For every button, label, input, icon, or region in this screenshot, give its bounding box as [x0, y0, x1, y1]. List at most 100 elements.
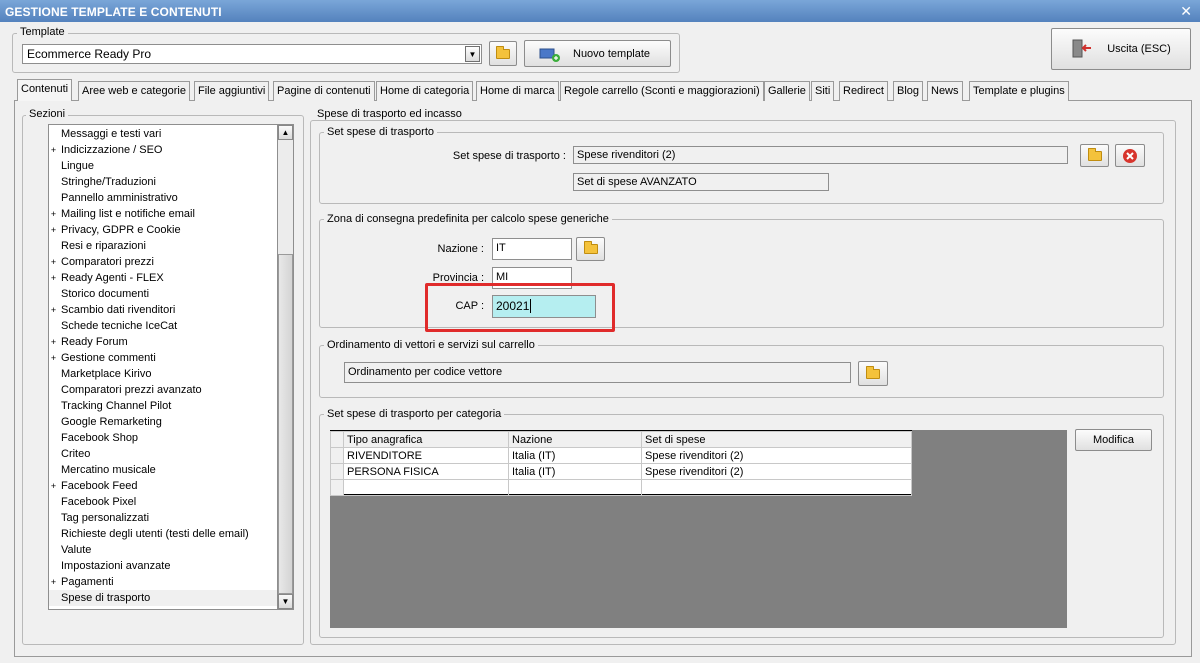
table-row[interactable]: PERSONA FISICA Italia (IT) Spese rivendi…	[330, 463, 912, 480]
per-category-table[interactable]: Tipo anagrafica Nazione Set di spese RIV…	[330, 430, 912, 496]
tab-news[interactable]: News	[927, 81, 963, 101]
tab-pagine-contenuti[interactable]: Pagine di contenuti	[273, 81, 375, 101]
tree-item[interactable]: Tag personalizzati	[49, 510, 277, 526]
expand-icon[interactable]: +	[49, 226, 58, 235]
tree-item[interactable]: + Facebook Feed	[49, 478, 277, 494]
shipping-set-remove-button[interactable]	[1115, 144, 1145, 167]
tree-item[interactable]: + Pagamenti	[49, 574, 277, 590]
table-cell[interactable]	[343, 479, 509, 496]
tree-item[interactable]: + Indicizzazione / SEO	[49, 142, 277, 158]
expand-icon[interactable]: +	[49, 338, 58, 347]
tab-aree-web[interactable]: Aree web e categorie	[78, 81, 190, 101]
scroll-up-icon[interactable]: ▲	[278, 125, 293, 140]
tree-item-label: Spese di trasporto	[61, 592, 151, 604]
folder-icon	[496, 45, 510, 59]
nazione-input[interactable]: IT	[492, 238, 572, 260]
expand-icon[interactable]: +	[49, 146, 58, 155]
tree-item[interactable]: Google Remarketing	[49, 414, 277, 430]
tree-item[interactable]: Messaggi e testi vari	[49, 126, 277, 142]
expand-icon[interactable]: +	[49, 274, 58, 283]
tab-redirect[interactable]: Redirect	[839, 81, 888, 101]
cap-input[interactable]: 20021	[492, 295, 596, 318]
tree-item[interactable]: + Ready Forum	[49, 334, 277, 350]
tree-item[interactable]: Schede tecniche IceCat	[49, 318, 277, 334]
shipping-set-browse-button[interactable]	[1080, 144, 1109, 167]
nazione-browse-button[interactable]	[576, 237, 605, 261]
tree-item-label: Richieste degli utenti (testi delle emai…	[61, 528, 249, 540]
tree-item-label: Facebook Shop	[61, 432, 139, 444]
table-row[interactable]	[330, 479, 912, 496]
tab-file-aggiuntivi[interactable]: File aggiuntivi	[194, 81, 270, 101]
cap-input-value: 20021	[496, 299, 530, 313]
column-header[interactable]: Nazione	[508, 431, 642, 448]
tree-item[interactable]: Comparatori prezzi avanzato	[49, 382, 277, 398]
tree-item[interactable]: Resi e riparazioni	[49, 238, 277, 254]
tree-item-label: Messaggi e testi vari	[61, 128, 162, 140]
tab-home-marca[interactable]: Home di marca	[476, 81, 559, 101]
table-cell[interactable]: PERSONA FISICA	[343, 463, 509, 480]
tree-item[interactable]: Tracking Channel Pilot	[49, 398, 277, 414]
sections-scrollbar[interactable]: ▲ ▼	[277, 124, 294, 610]
column-header[interactable]: Tipo anagrafica	[343, 431, 509, 448]
tab-template-plugins[interactable]: Template e plugins	[969, 81, 1069, 101]
tree-item[interactable]: + Mailing list e notifiche email	[49, 206, 277, 222]
tab-regole-carrello[interactable]: Regole carrello (Sconti e maggiorazioni)	[560, 81, 764, 101]
exit-button[interactable]: Uscita (ESC)	[1051, 28, 1191, 70]
expand-icon[interactable]: +	[49, 306, 58, 315]
tree-item[interactable]: Spese di trasporto	[49, 590, 277, 606]
tree-item[interactable]: Facebook Shop	[49, 430, 277, 446]
table-cell[interactable]: Italia (IT)	[508, 463, 642, 480]
modify-button[interactable]: Modifica	[1075, 429, 1152, 451]
tree-item[interactable]: Storico documenti	[49, 286, 277, 302]
tree-item[interactable]: + Privacy, GDPR e Cookie	[49, 222, 277, 238]
table-cell[interactable]	[641, 479, 912, 496]
tree-item[interactable]: + Scambio dati rivenditori	[49, 302, 277, 318]
tree-item[interactable]: Pannello amministrativo	[49, 190, 277, 206]
expand-icon[interactable]: +	[49, 258, 58, 267]
row-selector[interactable]	[330, 479, 344, 496]
new-template-button[interactable]: Nuovo template	[524, 40, 671, 67]
scroll-thumb[interactable]	[278, 254, 293, 594]
table-row[interactable]: RIVENDITORE Italia (IT) Spese rivenditor…	[330, 447, 912, 464]
tab-blog[interactable]: Blog	[893, 81, 924, 101]
tree-item[interactable]: Richieste degli utenti (testi delle emai…	[49, 526, 277, 542]
tree-item[interactable]: + Ready Agenti - FLEX	[49, 270, 277, 286]
scroll-down-icon[interactable]: ▼	[278, 594, 293, 609]
tree-item[interactable]: Facebook Pixel	[49, 494, 277, 510]
table-cell[interactable]: Spese rivenditori (2)	[641, 463, 912, 480]
tree-item[interactable]: Valute	[49, 542, 277, 558]
expand-icon[interactable]: +	[49, 354, 58, 363]
tree-item[interactable]: Lingue	[49, 158, 277, 174]
table-cell[interactable]: RIVENDITORE	[343, 447, 509, 464]
tree-item[interactable]: Criteo	[49, 446, 277, 462]
tab-gallerie[interactable]: Gallerie	[764, 81, 810, 101]
tab-home-categoria[interactable]: Home di categoria	[376, 81, 474, 101]
tree-item[interactable]: Impostazioni avanzate	[49, 558, 277, 574]
tree-item[interactable]: Stringhe/Traduzioni	[49, 174, 277, 190]
table-cell[interactable]: Italia (IT)	[508, 447, 642, 464]
expand-icon[interactable]: +	[49, 482, 58, 491]
modify-label: Modifica	[1093, 434, 1134, 446]
tree-item[interactable]: Marketplace Kirivo	[49, 366, 277, 382]
table-cell[interactable]: Spese rivenditori (2)	[641, 447, 912, 464]
column-header[interactable]: Set di spese	[641, 431, 912, 448]
tree-item[interactable]: Mercatino musicale	[49, 462, 277, 478]
table-cell[interactable]	[508, 479, 642, 496]
template-select[interactable]: Ecommerce Ready Pro ▼	[22, 44, 482, 64]
expand-icon[interactable]: +	[49, 578, 58, 587]
sections-tree[interactable]: Messaggi e testi vari + Indicizzazione / S…	[48, 124, 278, 610]
row-selector[interactable]	[330, 447, 344, 464]
chevron-down-icon[interactable]: ▼	[465, 46, 480, 62]
close-icon[interactable]: ✕	[1180, 3, 1192, 20]
ordering-browse-button[interactable]	[858, 361, 888, 386]
tree-item[interactable]: + Gestione commenti	[49, 350, 277, 366]
tree-item-label: Tracking Channel Pilot	[61, 400, 172, 412]
tab-siti[interactable]: Siti	[811, 81, 835, 101]
template-browse-button[interactable]	[489, 41, 517, 66]
row-selector[interactable]	[330, 463, 344, 480]
tab-contenuti[interactable]: Contenuti	[17, 79, 73, 101]
expand-icon[interactable]: +	[49, 210, 58, 219]
tree-item[interactable]: + Comparatori prezzi	[49, 254, 277, 270]
